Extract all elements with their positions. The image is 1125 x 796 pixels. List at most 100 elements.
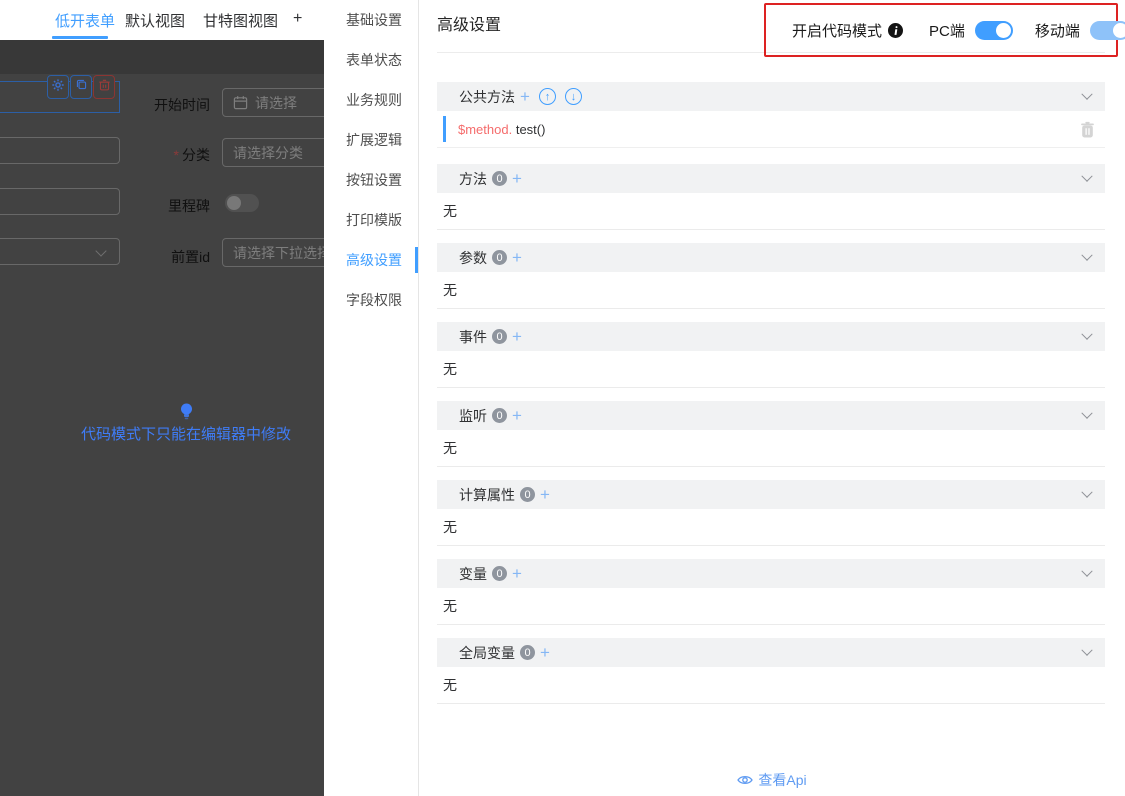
chevron-down-icon[interactable] [1081, 249, 1093, 261]
section-empty-text: 无 [437, 509, 1105, 546]
category-select-input: 请选择分类 [222, 138, 324, 167]
add-button[interactable]: + [512, 407, 522, 424]
widget-copy-button [70, 75, 92, 99]
add-public-method-button[interactable]: + [520, 88, 530, 105]
section-header[interactable]: 方法 0 + [437, 164, 1105, 193]
chevron-down-icon[interactable] [1081, 328, 1093, 340]
add-button[interactable]: + [512, 170, 522, 187]
add-button[interactable]: + [512, 565, 522, 582]
widget-settings-button [47, 75, 69, 99]
section-empty-text: 无 [437, 430, 1105, 467]
section-empty-text: 无 [437, 272, 1105, 309]
settings-menu: 基础设置 表单状态 业务规则 扩展逻辑 按钮设置 打印模版 高级设置 字段权限 [324, 0, 419, 796]
annotation-box: 开启代码模式 PC端 移动端 [764, 3, 1125, 57]
section-header-public-methods[interactable]: 公共方法 + ↑ ↓ [437, 82, 1105, 111]
section-title: 方法 [459, 170, 487, 187]
menu-item-advanced-settings[interactable]: 高级设置 [324, 240, 418, 280]
section-params: 参数 0 + 无 [437, 243, 1105, 309]
public-method-entry[interactable]: $method. test() [437, 111, 1105, 148]
section-header[interactable]: 事件 0 + [437, 322, 1105, 351]
count-badge: 0 [492, 171, 507, 186]
menu-item-form-status[interactable]: 表单状态 [324, 40, 418, 80]
chevron-down-icon[interactable] [1081, 644, 1093, 656]
section-title: 计算属性 [459, 486, 515, 503]
section-title: 参数 [459, 249, 487, 266]
section-header[interactable]: 计算属性 0 + [437, 480, 1105, 509]
add-button[interactable]: + [540, 644, 550, 661]
section-empty-text: 无 [437, 588, 1105, 625]
add-view-tab-button[interactable]: + [293, 10, 302, 28]
section-header[interactable]: 全局变量 0 + [437, 638, 1105, 667]
designer-toolbar-dimmed [0, 40, 324, 74]
move-up-icon[interactable]: ↑ [538, 88, 556, 105]
tab-default-view[interactable]: 默认视图 [125, 10, 185, 31]
gear-icon [51, 78, 65, 97]
toggle-knob [1112, 22, 1125, 38]
section-empty-text: 无 [437, 351, 1105, 388]
pc-toggle[interactable] [974, 20, 1013, 40]
toggle-knob [995, 22, 1011, 38]
predecessor-placeholder: 请选择下拉选择 [233, 244, 324, 261]
category-placeholder: 请选择分类 [233, 144, 303, 161]
chevron-down-icon[interactable] [1081, 170, 1093, 182]
info-icon[interactable] [888, 22, 904, 38]
panel-title: 高级设置 [437, 17, 502, 34]
app-window: 低开表单 默认视图 甘特图视图 + 开始时间 请选择 * 分类 请选择分类 里程… [0, 0, 1125, 796]
section-title: 变量 [459, 565, 487, 582]
menu-item-business-rules[interactable]: 业务规则 [324, 80, 418, 120]
chevron-down-icon[interactable] [1081, 407, 1093, 419]
menu-item-basic-settings[interactable]: 基础设置 [324, 0, 418, 40]
chevron-down-icon[interactable] [1081, 88, 1093, 100]
section-methods: 方法 0 + 无 [437, 164, 1105, 230]
milestone-toggle [225, 194, 259, 212]
chevron-down-icon[interactable] [1081, 565, 1093, 577]
count-badge: 0 [492, 250, 507, 265]
predecessor-select-input: 请选择下拉选择 [222, 238, 324, 267]
trash-icon [98, 78, 111, 97]
eye-icon [737, 774, 754, 786]
count-badge: 0 [492, 408, 507, 423]
drawer-scrim[interactable]: 开始时间 请选择 * 分类 请选择分类 里程碑 前置id 请选择下拉选择 代码模式… [0, 40, 324, 796]
mobile-toggle-label: 移动端 [1034, 22, 1080, 40]
section-title: 事件 [459, 328, 487, 345]
section-empty-text: 无 [437, 193, 1105, 230]
copy-icon [75, 78, 88, 96]
method-code: $method. test() [458, 121, 546, 137]
start-time-date-input: 请选择 [222, 88, 324, 117]
tab-low-code-form[interactable]: 低开表单 [55, 10, 115, 31]
section-empty-text: 无 [437, 667, 1105, 704]
menu-item-extended-logic[interactable]: 扩展逻辑 [324, 120, 418, 160]
add-button[interactable]: + [512, 249, 522, 266]
milestone-label: 里程碑 [168, 198, 210, 214]
section-header[interactable]: 参数 0 + [437, 243, 1105, 272]
chevron-down-icon[interactable] [1081, 486, 1093, 498]
start-time-label: 开始时间 [154, 97, 210, 113]
predecessor-label: 前置id [171, 249, 210, 265]
move-down-icon[interactable]: ↓ [564, 88, 582, 105]
view-tabbar: 低开表单 默认视图 甘特图视图 + [0, 0, 324, 40]
add-button[interactable]: + [540, 486, 550, 503]
count-badge: 0 [520, 487, 535, 502]
settings-sections: 公共方法 + ↑ ↓ $method. test() 方法 0 + 无 参数 0… [437, 82, 1105, 704]
menu-item-field-permissions[interactable]: 字段权限 [324, 280, 418, 320]
section-title: 公共方法 [459, 88, 515, 105]
pc-toggle-label: PC端 [929, 22, 965, 40]
code-mode-label: 开启代码模式 [792, 22, 883, 40]
delete-entry-icon[interactable] [1080, 121, 1095, 138]
section-header[interactable]: 变量 0 + [437, 559, 1105, 588]
calendar-icon [233, 95, 248, 110]
active-tab-underline [52, 36, 108, 39]
menu-item-button-settings[interactable]: 按钮设置 [324, 160, 418, 200]
mobile-toggle[interactable] [1089, 20, 1125, 40]
entry-accent-bar [443, 116, 446, 142]
section-header[interactable]: 监听 0 + [437, 401, 1105, 430]
section-global-variables: 全局变量 0 + 无 [437, 638, 1105, 704]
view-api-text: 查看Api [758, 772, 807, 788]
view-api-link[interactable]: 查看Api [419, 770, 1125, 790]
section-title: 全局变量 [459, 644, 515, 661]
menu-item-print-template[interactable]: 打印模版 [324, 200, 418, 240]
tab-gantt-view[interactable]: 甘特图视图 [203, 10, 278, 31]
active-menu-indicator [415, 247, 418, 273]
add-button[interactable]: + [512, 328, 522, 345]
required-mark: * [173, 147, 179, 163]
